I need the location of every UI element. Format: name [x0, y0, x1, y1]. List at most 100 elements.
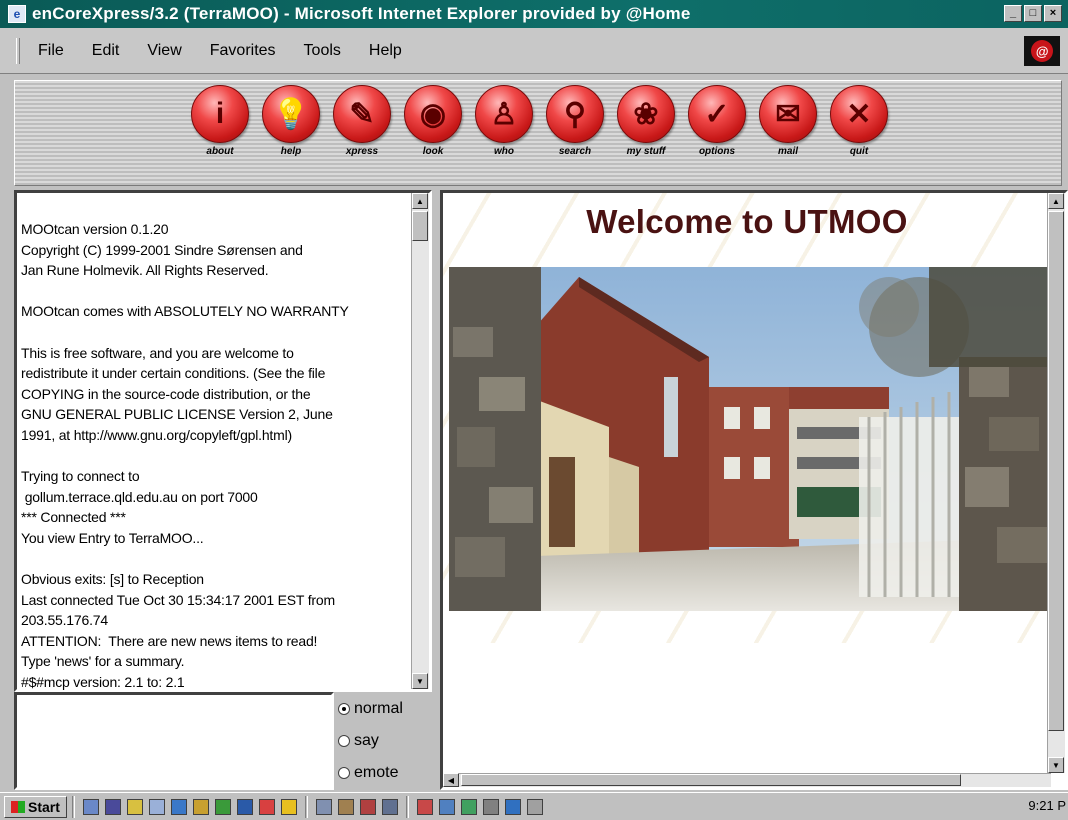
- quicklaunch-folder-icon[interactable]: [126, 798, 143, 815]
- start-button[interactable]: Start: [4, 795, 67, 818]
- task-window-icon[interactable]: [337, 798, 354, 815]
- help-button[interactable]: 💡 help: [262, 85, 320, 157]
- task-window-icon[interactable]: [315, 798, 332, 815]
- xpress-button[interactable]: ✎ xpress: [333, 85, 391, 157]
- quicklaunch-ie-icon[interactable]: [170, 798, 187, 815]
- menu-edit[interactable]: Edit: [92, 42, 120, 60]
- search-button[interactable]: ⚲ search: [546, 85, 604, 157]
- about-button[interactable]: i about: [191, 85, 249, 157]
- tray-network-icon[interactable]: [504, 798, 521, 815]
- start-label: Start: [28, 798, 60, 815]
- who-button[interactable]: ♙ who: [475, 85, 533, 157]
- close-icon: ✕: [830, 85, 888, 143]
- menu-bar: File Edit View Favorites Tools Help @: [0, 28, 1068, 74]
- tray-monitor-icon[interactable]: [526, 798, 543, 815]
- quicklaunch-blue-icon[interactable]: [236, 798, 253, 815]
- moo-console-output[interactable]: MOOtcan version 0.1.20 Copyright (C) 199…: [14, 190, 432, 692]
- task-window-icon[interactable]: [381, 798, 398, 815]
- quicklaunch-green-icon[interactable]: [214, 798, 231, 815]
- task-window-icon[interactable]: [359, 798, 376, 815]
- quicklaunch-desktop-icon[interactable]: [82, 798, 99, 815]
- taskbar-divider: [405, 795, 409, 818]
- web-scroll-down-arrow-icon[interactable]: ▼: [1048, 757, 1064, 773]
- web-horizontal-scrollbar[interactable]: ◀: [443, 773, 1051, 787]
- about-label: about: [206, 146, 234, 157]
- menu-view[interactable]: View: [147, 42, 181, 60]
- web-scroll-up-arrow-icon[interactable]: ▲: [1048, 193, 1064, 209]
- menu-favorites[interactable]: Favorites: [210, 42, 276, 60]
- radio-icon: [338, 767, 350, 779]
- mode-emote-label: emote: [354, 764, 399, 781]
- my-stuff-button[interactable]: ❀ my stuff: [617, 85, 675, 157]
- ie-page-icon[interactable]: e: [8, 5, 26, 23]
- quicklaunch-media-icon[interactable]: [258, 798, 275, 815]
- web-scrollbar[interactable]: ▲ ▼: [1047, 193, 1065, 773]
- speaker-icon[interactable]: [482, 798, 499, 815]
- menu-tools[interactable]: Tools: [304, 42, 341, 60]
- envelope-icon: ✉: [759, 85, 817, 143]
- my-stuff-label: my stuff: [626, 146, 666, 157]
- mode-say-radio[interactable]: say: [338, 732, 379, 750]
- who-label: who: [494, 146, 514, 157]
- look-button[interactable]: ◉ look: [404, 85, 462, 157]
- tray-app-icon[interactable]: [416, 798, 433, 815]
- mail-label: mail: [777, 146, 798, 157]
- taskbar: Start 9:21 P: [0, 792, 1068, 820]
- console-scroll-thumb[interactable]: [412, 211, 428, 241]
- taskbar-divider: [71, 795, 75, 818]
- eye-icon: ◉: [404, 85, 462, 143]
- console-text: MOOtcan version 0.1.20 Copyright (C) 199…: [21, 221, 349, 691]
- mode-say-label: say: [354, 732, 379, 749]
- search-label: search: [558, 146, 592, 157]
- menu-grip[interactable]: [16, 38, 20, 64]
- moo-toolbar: i about 💡 help ✎ xpress ◉ look ♙ who ⚲ s…: [14, 80, 1062, 186]
- mode-emote-radio[interactable]: emote: [338, 764, 398, 782]
- web-scroll-thumb[interactable]: [1048, 211, 1064, 731]
- desktop: e enCoreXpress/3.2 (TerraMOO) - Microsof…: [0, 0, 1068, 820]
- info-icon: i: [191, 85, 249, 143]
- quit-label: quit: [849, 146, 869, 157]
- home-logo-icon: @: [1024, 36, 1060, 66]
- look-label: look: [422, 146, 444, 157]
- scroll-left-arrow-icon[interactable]: ◀: [443, 773, 459, 787]
- radio-icon: [338, 735, 350, 747]
- command-input[interactable]: [14, 692, 334, 790]
- minimize-button[interactable]: _: [1004, 5, 1022, 22]
- taskbar-clock[interactable]: 9:21 P: [1028, 798, 1066, 813]
- console-scrollbar[interactable]: ▲ ▼: [411, 193, 429, 689]
- options-button[interactable]: ✓ options: [688, 85, 746, 157]
- options-label: options: [698, 146, 736, 157]
- checkmark-icon: ✓: [688, 85, 746, 143]
- bag-icon: ❀: [617, 85, 675, 143]
- mode-normal-label: normal: [354, 700, 403, 717]
- radio-selected-icon: [338, 703, 350, 715]
- quicklaunch-tool-icon[interactable]: [192, 798, 209, 815]
- window-title: enCoreXpress/3.2 (TerraMOO) - Microsoft …: [32, 4, 691, 23]
- campus-courtyard-photo: [449, 267, 1053, 611]
- mode-normal-radio[interactable]: normal: [338, 700, 403, 718]
- lightbulb-icon: 💡: [262, 85, 320, 143]
- windows-logo-icon: [11, 800, 25, 813]
- title-bar: e enCoreXpress/3.2 (TerraMOO) - Microsof…: [0, 0, 1068, 28]
- magnifier-icon: ⚲: [546, 85, 604, 143]
- quicklaunch-app-icon[interactable]: [148, 798, 165, 815]
- quit-button[interactable]: ✕ quit: [830, 85, 888, 157]
- tray-app-icon[interactable]: [438, 798, 455, 815]
- close-button[interactable]: ×: [1044, 5, 1062, 22]
- scroll-up-arrow-icon[interactable]: ▲: [412, 193, 428, 209]
- pencil-icon: ✎: [333, 85, 391, 143]
- quicklaunch-window-icon[interactable]: [104, 798, 121, 815]
- menu-file[interactable]: File: [38, 42, 64, 60]
- scroll-down-arrow-icon[interactable]: ▼: [412, 673, 428, 689]
- quicklaunch-play-icon[interactable]: [280, 798, 297, 815]
- web-hscroll-thumb[interactable]: [461, 774, 961, 786]
- person-icon: ♙: [475, 85, 533, 143]
- maximize-button[interactable]: □: [1024, 5, 1042, 22]
- welcome-heading: Welcome to UTMOO: [586, 203, 908, 240]
- xpress-label: xpress: [345, 146, 379, 157]
- tray-app-icon[interactable]: [460, 798, 477, 815]
- web-view-panel: Welcome to UTMOO ▲ ▼ ◀: [440, 190, 1068, 790]
- help-label: help: [280, 146, 302, 157]
- mail-button[interactable]: ✉ mail: [759, 85, 817, 157]
- menu-help[interactable]: Help: [369, 42, 402, 60]
